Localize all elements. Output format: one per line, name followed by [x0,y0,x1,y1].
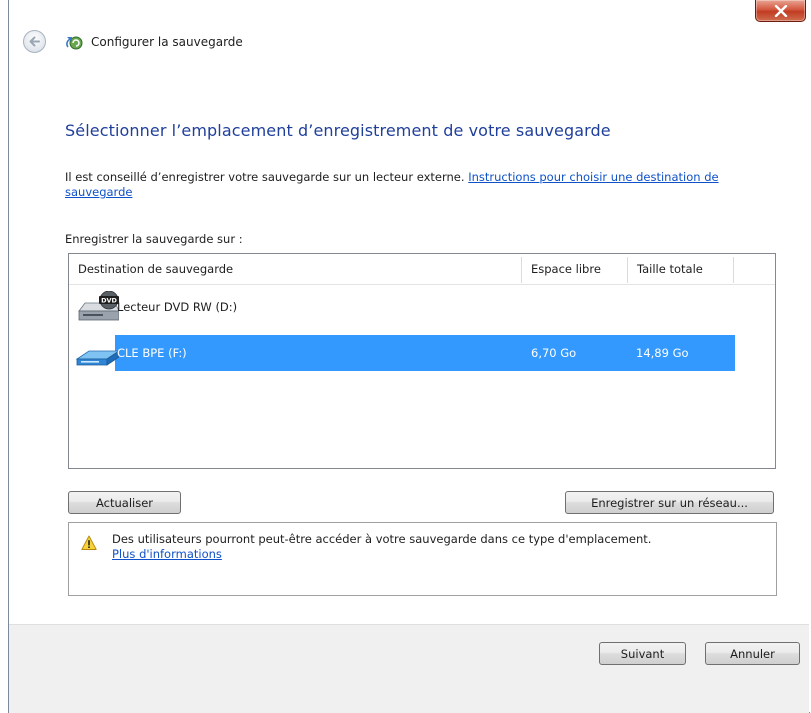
page-heading: Sélectionner l’emplacement d’enregistrem… [65,121,611,140]
list-item-label: CLE BPE (F:) [117,346,187,360]
cancel-button[interactable]: Annuler [705,642,800,665]
backup-dialog: Configurer la sauvegarde Sélectionner l’… [8,0,811,713]
window-title: Configurer la sauvegarde [91,35,243,49]
list-item-free-space: 6,70 Go [531,346,577,360]
warning-text: Des utilisateurs pourront peut-être accé… [112,532,762,562]
intro-text: Il est conseillé d’enregistrer votre sau… [65,170,745,200]
back-button[interactable] [23,30,46,53]
column-separator[interactable] [733,257,734,283]
intro-sentence: Il est conseillé d’enregistrer votre sau… [65,170,469,184]
list-item-dvd-drive[interactable]: DVD Lecteur DVD RW (D:) [69,289,775,325]
dialog-footer [9,624,809,713]
column-header-destination[interactable]: Destination de sauvegarde [69,254,521,284]
usb-drive-icon [75,350,119,366]
next-button[interactable]: Suivant [599,642,686,665]
warning-panel: Des utilisateurs pourront peut-être accé… [68,522,777,596]
list-header: Destination de sauvegarde Espace libre T… [69,254,775,285]
close-icon [774,4,787,17]
backup-app-icon [66,36,83,50]
list-item-label: Lecteur DVD RW (D:) [117,300,238,314]
save-on-label: Enregistrer la sauvegarde sur : [65,232,243,246]
svg-text:DVD: DVD [101,297,117,305]
list-item-usb-drive[interactable]: CLE BPE (F:) 6,70 Go 14,89 Go [69,335,775,371]
warning-icon [81,535,97,550]
back-arrow-icon [29,36,40,47]
more-info-link[interactable]: Plus d'informations [112,547,222,562]
column-header-total-size[interactable]: Taille totale [628,254,733,284]
destination-list[interactable]: Destination de sauvegarde Espace libre T… [68,253,776,469]
list-item-total-size: 14,89 Go [636,346,689,360]
dvd-drive-icon: DVD [78,291,119,321]
save-on-network-button[interactable]: Enregistrer sur un réseau... [565,491,774,514]
close-button[interactable] [755,0,806,22]
column-header-free-space[interactable]: Espace libre [522,254,627,284]
refresh-button[interactable]: Actualiser [68,491,181,514]
warning-message: Des utilisateurs pourront peut-être accé… [112,532,652,546]
